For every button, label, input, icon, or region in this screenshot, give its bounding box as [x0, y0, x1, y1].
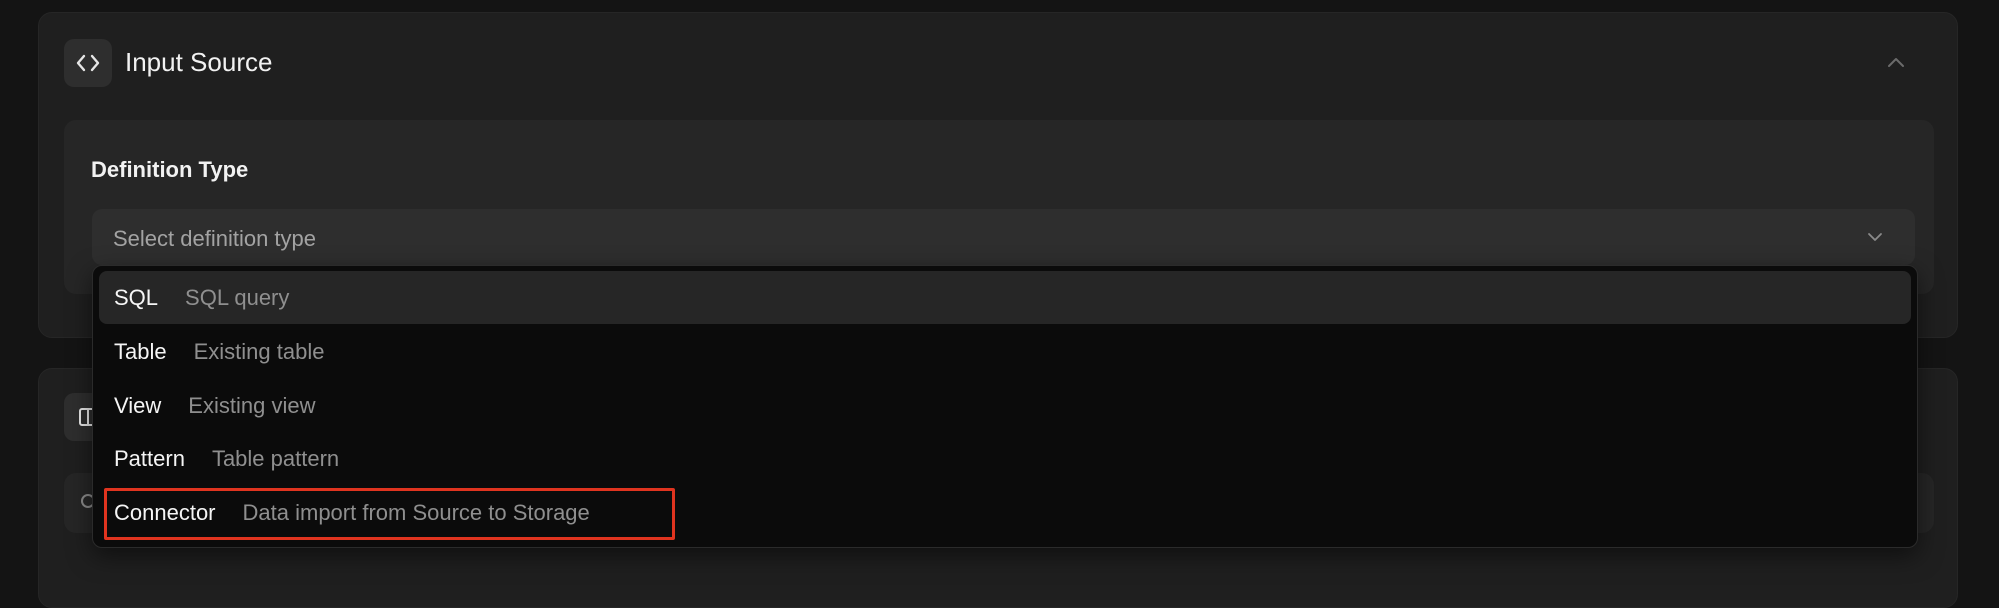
option-label: Pattern: [114, 445, 185, 471]
option-label: Table: [114, 338, 167, 364]
option-label: Connector: [114, 499, 216, 525]
definition-type-label: Definition Type: [91, 157, 249, 182]
option-description: SQL query: [185, 284, 290, 310]
option-description: Data import from Source to Storage: [242, 499, 590, 525]
select-placeholder: Select definition type: [113, 226, 317, 251]
option-sql[interactable]: SQL SQL query: [99, 271, 1911, 324]
option-pattern[interactable]: Pattern Table pattern: [99, 432, 1911, 485]
chevron-up-icon[interactable]: [1881, 47, 1911, 77]
option-view[interactable]: View Existing view: [99, 379, 1911, 432]
option-label: View: [114, 392, 162, 418]
definition-type-select[interactable]: Select definition type: [92, 209, 1915, 265]
option-description: Table pattern: [211, 445, 340, 471]
definition-type-dropdown: SQL SQL query Table Existing table View …: [92, 265, 1918, 548]
option-label: SQL: [114, 284, 159, 310]
code-icon: [64, 39, 112, 87]
chevron-down-icon: [1863, 225, 1887, 249]
option-connector[interactable]: Connector Data import from Source to Sto…: [99, 486, 1911, 539]
section-title: Input Source: [125, 47, 273, 77]
option-table[interactable]: Table Existing table: [99, 325, 1911, 378]
option-description: Existing table: [193, 338, 325, 364]
option-description: Existing view: [188, 392, 316, 418]
